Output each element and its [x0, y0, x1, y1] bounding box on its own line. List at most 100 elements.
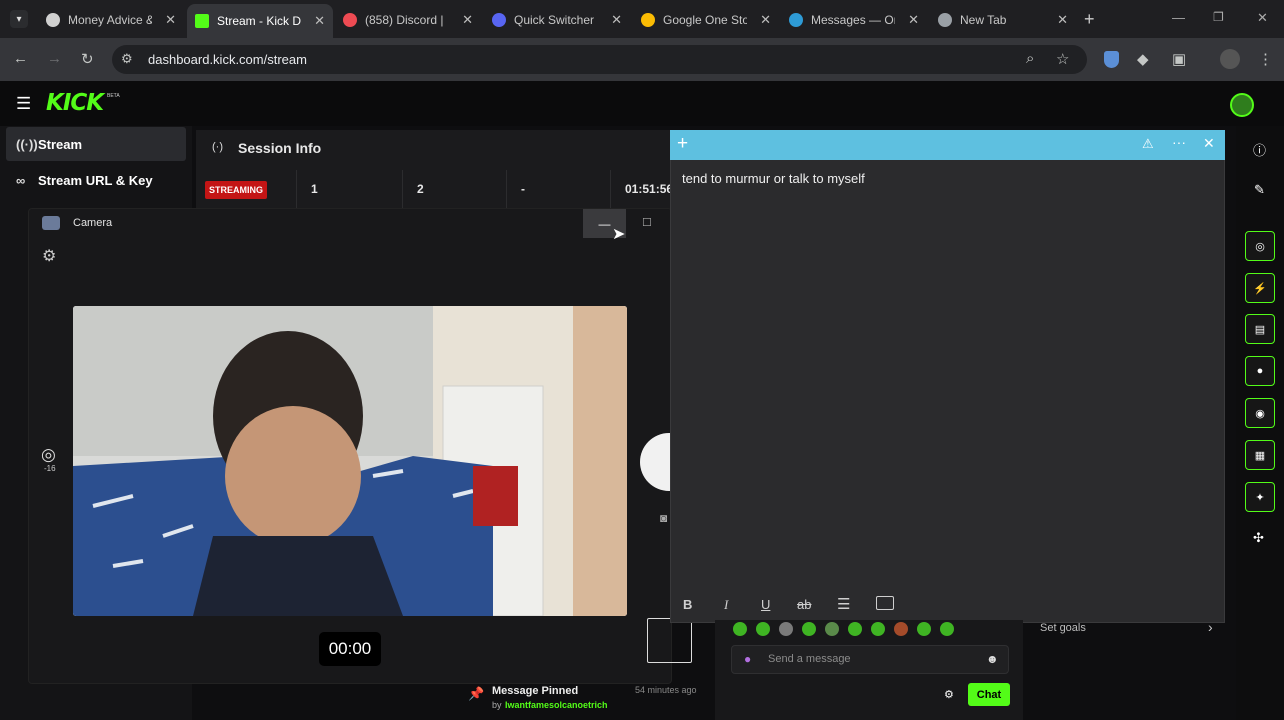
- user-avatar[interactable]: [1230, 93, 1254, 117]
- edit-pencil-icon[interactable]: ✎: [1254, 182, 1265, 198]
- restore-window-icon[interactable]: ❐: [1213, 10, 1224, 24]
- tab-search-icon[interactable]: ▾: [10, 10, 28, 28]
- hamburger-menu-icon[interactable]: ☰: [16, 94, 31, 114]
- tab-google-one[interactable]: Google One Sto ✕: [633, 6, 779, 34]
- stop-button[interactable]: [647, 618, 692, 663]
- url-text[interactable]: dashboard.kick.com/stream: [148, 52, 307, 67]
- bold-icon[interactable]: B: [683, 597, 692, 612]
- session-stat-cell: 2: [402, 170, 506, 208]
- insert-image-icon[interactable]: [876, 596, 894, 610]
- close-tab-icon[interactable]: ✕: [760, 12, 771, 28]
- sticky-note-window: [670, 130, 1225, 623]
- bullet-list-icon[interactable]: ☰: [837, 595, 850, 613]
- chat-bubble-icon[interactable]: ●: [1245, 356, 1275, 386]
- session-uptime: 01:51:56: [625, 182, 674, 196]
- exposure-icon[interactable]: ◎: [41, 445, 56, 465]
- minimize-window-icon[interactable]: —: [1172, 10, 1185, 25]
- underline-icon[interactable]: U: [761, 597, 770, 612]
- tab-kick-stream[interactable]: Stream - Kick Da ✕: [187, 4, 333, 38]
- set-goals-row[interactable]: Set goals ›: [1028, 612, 1234, 644]
- close-tab-icon[interactable]: ✕: [314, 13, 325, 29]
- google-favicon-icon: [641, 13, 655, 27]
- snapshot-icon[interactable]: ◙: [660, 511, 667, 525]
- tab-messages[interactable]: Messages — On ✕: [781, 6, 927, 34]
- tab-quick-switcher[interactable]: Quick Switcher ✕: [484, 6, 630, 34]
- tab-title: Stream - Kick Da: [217, 14, 301, 28]
- emote-icon[interactable]: [825, 622, 839, 636]
- emote-icon[interactable]: [848, 622, 862, 636]
- emoji-icon[interactable]: ☻: [986, 652, 999, 666]
- emote-icon[interactable]: [871, 622, 885, 636]
- chat-settings-icon[interactable]: ⚙: [944, 688, 954, 701]
- emote-icon[interactable]: [756, 622, 770, 636]
- emote-icon[interactable]: [779, 622, 793, 636]
- microphone-icon[interactable]: ●: [744, 652, 751, 666]
- emote-icon[interactable]: [733, 622, 747, 636]
- tab-money-advice[interactable]: Money Advice & ✕: [38, 6, 184, 34]
- close-tab-icon[interactable]: ✕: [462, 12, 473, 28]
- close-tab-icon[interactable]: ✕: [908, 12, 919, 28]
- close-tab-icon[interactable]: ✕: [611, 12, 622, 28]
- pinned-username[interactable]: Iwantfamesolcanoetrich: [505, 700, 608, 710]
- right-tool-rail: ⓘ ✎ ◎ ⚡ ▤ ● ◉ ▦ ✦ ✣: [1236, 126, 1284, 720]
- more-options-icon[interactable]: ···: [1172, 134, 1186, 150]
- info-icon[interactable]: ⓘ: [1253, 140, 1266, 159]
- strikethrough-icon[interactable]: ab: [797, 597, 811, 612]
- back-icon[interactable]: ←: [13, 50, 28, 67]
- extension-icon[interactable]: ◆: [1137, 50, 1149, 68]
- broadcast-icon[interactable]: ◉: [1245, 398, 1275, 428]
- site-info-icon[interactable]: ⚙: [121, 51, 133, 67]
- kick-logo[interactable]: KICK: [46, 90, 104, 116]
- zoom-icon[interactable]: ⌕: [1026, 50, 1034, 67]
- close-tab-icon[interactable]: ✕: [165, 12, 176, 28]
- close-tab-icon[interactable]: ✕: [1057, 12, 1068, 28]
- profile-avatar[interactable]: [1220, 49, 1240, 69]
- extension-shield-icon[interactable]: [1104, 51, 1119, 68]
- camera-tool-icon[interactable]: ◎: [1245, 231, 1275, 261]
- pinned-time: 54 minutes ago: [635, 685, 697, 695]
- emote-icon[interactable]: [802, 622, 816, 636]
- tab-discord[interactable]: (858) Discord | ✕: [335, 6, 481, 34]
- broadcast-icon: (·): [212, 141, 223, 153]
- print-icon[interactable]: ▦: [1245, 440, 1275, 470]
- italic-icon[interactable]: I: [724, 597, 728, 613]
- tab-new-tab[interactable]: New Tab ✕: [930, 6, 1076, 34]
- document-icon[interactable]: ▤: [1245, 314, 1275, 344]
- share-icon[interactable]: ✣: [1253, 530, 1264, 546]
- set-goals-label: Set goals: [1040, 622, 1086, 634]
- new-tab-icon[interactable]: +: [1084, 9, 1095, 30]
- emote-icon[interactable]: [940, 622, 954, 636]
- close-note-icon[interactable]: ✕: [1203, 135, 1215, 152]
- pin-icon: 📌: [468, 686, 485, 701]
- forward-icon[interactable]: →: [47, 50, 62, 67]
- close-window-icon[interactable]: ✕: [1257, 10, 1268, 26]
- discord-favicon-icon: [343, 13, 357, 27]
- tab-title: Money Advice &: [68, 13, 152, 27]
- tab-title: New Tab: [960, 13, 1007, 27]
- emote-icon[interactable]: [894, 622, 908, 636]
- reload-icon[interactable]: ↻: [81, 50, 94, 68]
- emote-icon[interactable]: [917, 622, 931, 636]
- add-note-icon[interactable]: +: [677, 133, 688, 155]
- chat-send-button[interactable]: Chat: [968, 683, 1010, 706]
- sidebar-item-stream[interactable]: ((·)) Stream: [6, 127, 186, 161]
- wrench-icon[interactable]: ✦: [1245, 482, 1275, 512]
- chat-message-input[interactable]: ● Send a message ☻: [731, 645, 1009, 674]
- discord-favicon-icon: [492, 13, 506, 27]
- session-stat-value: 2: [417, 182, 424, 196]
- sidebar-item-stream-url-key[interactable]: ∞ Stream URL & Key: [6, 163, 186, 197]
- lightning-icon[interactable]: ⚡: [1245, 273, 1275, 303]
- settings-gear-icon[interactable]: ⚙: [42, 246, 56, 266]
- note-content[interactable]: tend to murmur or talk to myself: [682, 171, 865, 186]
- maximize-icon[interactable]: ☐: [642, 216, 652, 229]
- emote-bar: [733, 622, 1013, 640]
- bookmark-star-icon[interactable]: ☆: [1056, 50, 1069, 68]
- chat-input-placeholder: Send a message: [768, 653, 851, 665]
- camera-icon: [42, 216, 60, 230]
- menu-kebab-icon[interactable]: ⋮: [1258, 50, 1273, 68]
- extensions-puzzle-icon[interactable]: ▣: [1172, 50, 1186, 68]
- link-icon: ∞: [16, 172, 26, 188]
- warning-icon[interactable]: ⚠: [1142, 136, 1154, 152]
- pinned-message[interactable]: 📌 Message Pinned 54 minutes ago by Iwant…: [456, 680, 712, 720]
- chevron-right-icon: ›: [1208, 619, 1213, 635]
